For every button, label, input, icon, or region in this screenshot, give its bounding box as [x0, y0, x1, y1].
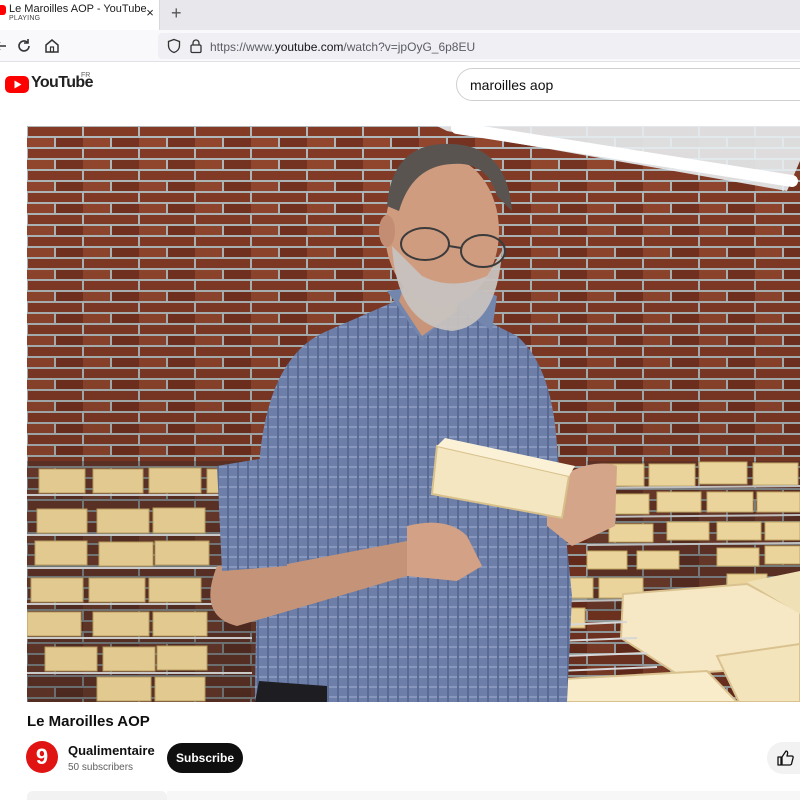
- browser-tab[interactable]: Le Maroilles AOP - YouTube PLAYING ×: [0, 0, 160, 30]
- new-tab-button[interactable]: +: [171, 3, 182, 23]
- address-bar[interactable]: https://www.youtube.com/watch?v=jpOyG_6p…: [158, 33, 800, 59]
- video-player[interactable]: [27, 126, 800, 702]
- like-button[interactable]: [767, 742, 800, 774]
- url-path: /watch?v=jpOyG_6p8EU: [343, 40, 476, 54]
- url-prefix: https://www.: [210, 40, 275, 54]
- home-icon[interactable]: [43, 37, 61, 55]
- reload-icon[interactable]: [15, 37, 33, 55]
- tab-close-icon[interactable]: ×: [143, 6, 157, 20]
- subscribe-button[interactable]: Subscribe: [167, 743, 243, 773]
- channel-name[interactable]: Qualimentaire: [68, 743, 155, 758]
- search-query-text: maroilles aop: [470, 77, 554, 93]
- search-input[interactable]: maroilles aop: [456, 68, 800, 101]
- tab-playing-status: PLAYING: [9, 15, 41, 22]
- back-arrow-icon[interactable]: [0, 37, 12, 55]
- video-title: Le Maroilles AOP: [27, 713, 150, 730]
- subscriber-count: 50 subscribers: [68, 762, 134, 773]
- channel-avatar[interactable]: 9: [26, 741, 58, 773]
- url-text[interactable]: https://www.youtube.com/watch?v=jpOyG_6p…: [210, 40, 475, 54]
- lock-icon[interactable]: [189, 38, 203, 54]
- video-frame-cheesemaker: [27, 126, 800, 702]
- channel-logo-glyph: 9: [35, 744, 49, 769]
- thumbs-up-icon: [777, 750, 794, 766]
- tab-title: Le Maroilles AOP - YouTube: [9, 3, 147, 15]
- description-box[interactable]: [27, 791, 167, 800]
- youtube-favicon-icon: [0, 5, 6, 15]
- shield-icon[interactable]: [166, 38, 182, 54]
- url-host: youtube.com: [274, 40, 344, 54]
- youtube-header: YouTube FR maroilles aop: [0, 62, 800, 108]
- youtube-play-logo-icon: [5, 76, 29, 93]
- browser-nav-bar: https://www.youtube.com/watch?v=jpOyG_6p…: [0, 30, 800, 62]
- browser-tab-strip: Le Maroilles AOP - YouTube PLAYING × +: [0, 0, 800, 30]
- country-code: FR: [81, 72, 91, 79]
- description-strip: [167, 791, 800, 800]
